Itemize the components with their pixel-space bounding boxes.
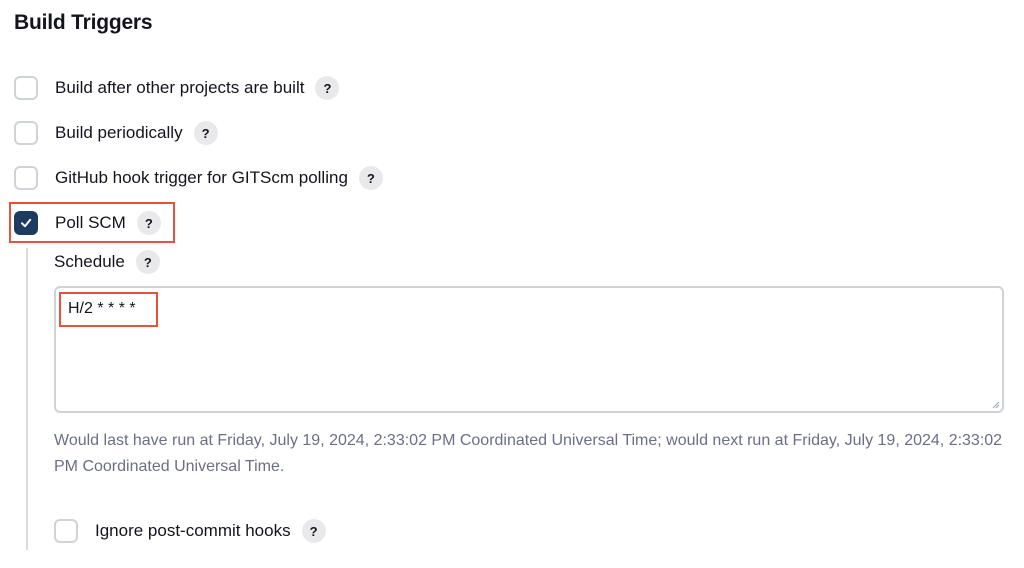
help-icon[interactable]: ? xyxy=(301,519,326,543)
github-hook-label[interactable]: GitHub hook trigger for GITScm polling xyxy=(55,168,348,188)
build-after-other-projects-checkbox[interactable] xyxy=(14,76,38,100)
trigger-github-hook: GitHub hook trigger for GITScm polling ? xyxy=(14,163,383,193)
schedule-hint-text: Would last have run at Friday, July 19, … xyxy=(54,432,1003,475)
option-ignore-post-commit-hooks: Ignore post-commit hooks ? xyxy=(54,516,326,546)
ignore-post-commit-hooks-checkbox[interactable] xyxy=(54,519,78,543)
trigger-poll-scm: Poll SCM ? xyxy=(14,208,161,238)
help-icon[interactable]: ? xyxy=(136,211,161,235)
help-icon[interactable]: ? xyxy=(315,76,340,100)
trigger-build-periodically: Build periodically ? xyxy=(14,118,218,148)
help-icon[interactable]: ? xyxy=(358,166,383,190)
github-hook-checkbox[interactable] xyxy=(14,166,38,190)
poll-scm-checkbox[interactable] xyxy=(14,211,38,235)
build-periodically-label[interactable]: Build periodically xyxy=(55,123,183,143)
nested-section-bar xyxy=(26,248,28,550)
build-periodically-checkbox[interactable] xyxy=(14,121,38,145)
schedule-label: Schedule xyxy=(54,252,125,271)
help-icon[interactable]: ? xyxy=(135,250,160,274)
build-after-other-projects-label[interactable]: Build after other projects are built xyxy=(55,78,304,98)
section-title: Build Triggers xyxy=(14,11,153,34)
schedule-textarea[interactable]: H/2 * * * * xyxy=(54,286,1004,413)
schedule-value: H/2 * * * * xyxy=(68,300,136,317)
resize-grip-icon[interactable] xyxy=(992,401,1000,409)
help-icon[interactable]: ? xyxy=(193,121,218,145)
poll-scm-label[interactable]: Poll SCM xyxy=(55,213,126,233)
schedule-field-header: Schedule ? xyxy=(54,248,160,276)
ignore-post-commit-hooks-label[interactable]: Ignore post-commit hooks xyxy=(95,521,291,541)
trigger-build-after-other-projects: Build after other projects are built ? xyxy=(14,73,340,103)
check-icon xyxy=(21,218,32,228)
